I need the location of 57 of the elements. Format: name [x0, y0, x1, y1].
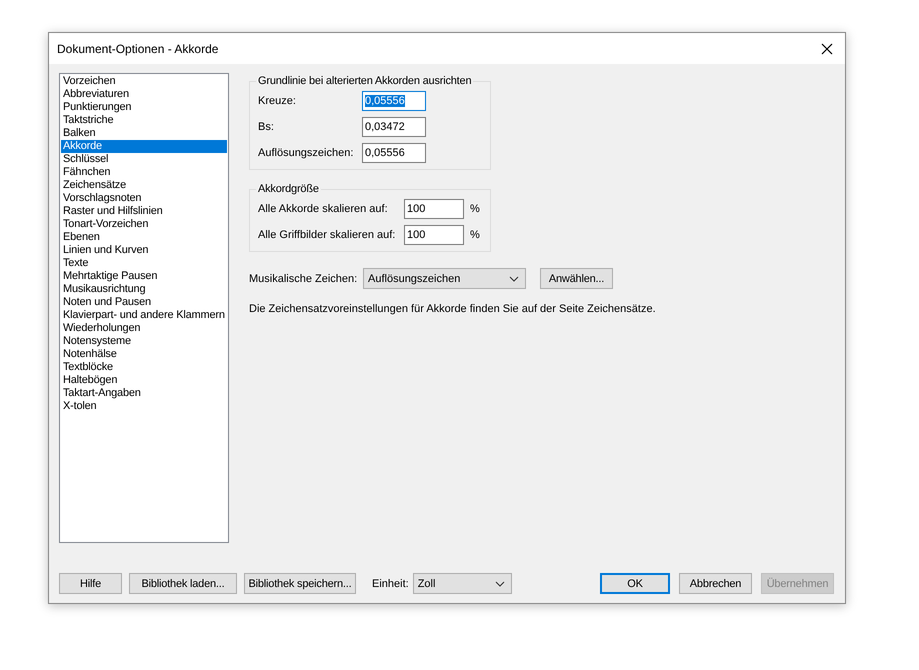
dialog-button[interactable]: OK: [600, 573, 670, 594]
info-text: Die Zeichensatzvoreinstellungen für Akkorde finden Sie auf der Seite Zeichensätze.: [249, 303, 657, 315]
category-item[interactable]: Haltebögen: [61, 374, 227, 387]
input-field[interactable]: 0,03472: [362, 117, 426, 137]
category-item[interactable]: Notenhälse: [61, 348, 227, 361]
category-item[interactable]: Fähnchen: [61, 166, 227, 179]
dialog-button[interactable]: Abbrechen: [679, 573, 752, 594]
category-item[interactable]: Taktstriche: [61, 114, 227, 127]
category-item[interactable]: Ebenen: [61, 231, 227, 244]
category-item[interactable]: Punktierungen: [61, 101, 227, 114]
category-item[interactable]: Raster und Hilfslinien: [61, 205, 227, 218]
category-item[interactable]: Notensysteme: [61, 335, 227, 348]
category-item[interactable]: X-tolen: [61, 400, 227, 413]
category-item[interactable]: Noten und Pausen: [61, 296, 227, 309]
input-field[interactable]: 0,05556: [362, 91, 426, 111]
category-item[interactable]: Tonart-Vorzeichen: [61, 218, 227, 231]
category-item[interactable]: Vorschlagsnoten: [61, 192, 227, 205]
category-list[interactable]: [59, 73, 229, 543]
chevron-down-icon: [509, 276, 519, 282]
symbol-dropdown[interactable]: Auflösungszeichen: [363, 268, 526, 289]
close-button[interactable]: [819, 40, 835, 56]
field-label: Kreuze:: [258, 95, 297, 107]
category-item[interactable]: Texte: [61, 257, 227, 270]
category-item[interactable]: Musikausrichtung: [61, 283, 227, 296]
group-title: Akkordgröße: [257, 183, 320, 195]
chevron-down-icon: [494, 580, 505, 586]
input-field[interactable]: 100: [404, 225, 464, 245]
close-icon: [819, 40, 835, 56]
input-field[interactable]: 100: [404, 199, 464, 219]
category-item[interactable]: Zeichensätze: [61, 179, 227, 192]
field-label: Auflösungszeichen:: [258, 147, 354, 159]
footer-button[interactable]: Bibliothek laden...: [129, 573, 237, 594]
category-item[interactable]: Mehrtaktige Pausen: [61, 270, 227, 283]
category-item[interactable]: Wiederholungen: [61, 322, 227, 335]
category-item[interactable]: Abbreviaturen: [61, 88, 227, 101]
category-item[interactable]: Vorzeichen: [61, 75, 227, 88]
field-label: Alle Griffbilder skalieren auf:: [258, 229, 396, 241]
category-item[interactable]: Schlüssel: [61, 153, 227, 166]
unit-label: %: [470, 229, 480, 241]
field-label: Musikalische Zeichen:: [249, 272, 358, 284]
unit-dropdown[interactable]: Zoll: [412, 573, 512, 594]
unit-label: %: [470, 203, 480, 215]
field-label: Bs:: [258, 121, 275, 133]
select-button[interactable]: Anwählen...: [540, 268, 613, 289]
unit-label: Einheit:: [372, 578, 409, 590]
category-item[interactable]: Textblöcke: [61, 361, 227, 374]
input-field[interactable]: 0,05556: [362, 143, 426, 163]
category-item[interactable]: Linien und Kurven: [61, 244, 227, 257]
footer-button[interactable]: Hilfe: [59, 573, 122, 594]
category-item[interactable]: Akkorde: [61, 140, 227, 153]
footer-button[interactable]: Bibliothek speichern...: [244, 573, 356, 594]
field-label: Alle Akkorde skalieren auf:: [258, 203, 389, 215]
category-item[interactable]: Taktart-Angaben: [61, 387, 227, 400]
group-title: Grundlinie bei alterierten Akkorden ausrichten: [257, 75, 472, 87]
window-title: Dokument-Optionen - Akkorde: [57, 42, 218, 56]
category-item[interactable]: Balken: [61, 127, 227, 140]
category-item[interactable]: Klavierpart- und andere Klammern: [61, 309, 227, 322]
